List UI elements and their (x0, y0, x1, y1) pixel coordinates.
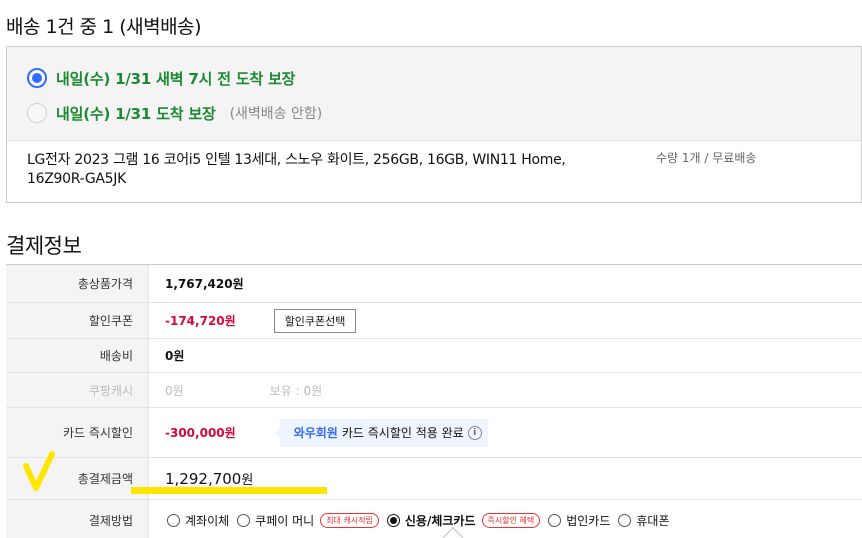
row-shipping: 배송비 0원 (6, 339, 862, 373)
delivery-box: 내일(수) 1/31 새벽 7시 전 도착 보장 내일(수) 1/31 도착 보… (6, 46, 862, 203)
row-label: 할인쿠폰 (6, 303, 149, 338)
cash-holding: 보유 : 0원 (269, 383, 323, 398)
method-label: 신용/체크카드 (404, 513, 476, 528)
method-bank-transfer[interactable]: 계좌이체 (167, 512, 229, 529)
row-coupon: 할인쿠폰 -174,720원 할인쿠폰선택 (6, 303, 862, 339)
radio-selected-icon[interactable] (27, 68, 47, 88)
card-discount-value: -300,000원 (165, 426, 236, 440)
method-label: 법인카드 (566, 513, 611, 528)
delivery-option-label: 내일(수) 1/31 도착 보장 (56, 104, 216, 123)
method-mobile[interactable]: 휴대폰 (618, 512, 670, 529)
delivery-option-label: 내일(수) 1/31 새벽 7시 전 도착 보장 (56, 69, 296, 88)
wow-discount-notice: 와우회원 카드 즉시할인 적용 완료 i (273, 418, 488, 447)
radio-unselected-icon[interactable] (27, 103, 47, 123)
radio-unselected-icon[interactable] (167, 513, 180, 527)
delivery-title: 배송 1건 중 1 (새벽배송) (6, 16, 202, 38)
grand-total-unit: 원 (241, 473, 254, 488)
wow-member-label: 와우회원 (293, 426, 338, 440)
method-coupay-money[interactable]: 쿠페이 머니 최대 캐시적립 (237, 512, 379, 529)
delivery-options: 내일(수) 1/31 새벽 7시 전 도착 보장 내일(수) 1/31 도착 보… (7, 47, 861, 141)
delivery-option-note: (새벽배송 안함) (229, 106, 323, 122)
row-cash: 쿠팡캐시 0원 보유 : 0원 (6, 373, 862, 408)
product-name: LG전자 2023 그램 16 코어i5 인텔 13세대, 스노우 화이트, 2… (27, 152, 566, 187)
method-tag: 즉시할인 혜택 (481, 512, 541, 528)
row-total-price: 총상품가격 1,767,420원 (6, 265, 862, 303)
method-label: 휴대폰 (636, 513, 670, 528)
row-label: 총상품가격 (6, 265, 149, 302)
coupon-select-button[interactable]: 할인쿠폰선택 (273, 308, 357, 333)
cash-value: 0원 (165, 383, 184, 398)
radio-unselected-icon[interactable] (548, 513, 562, 527)
row-payment-method: 결제방법 계좌이체 쿠페이 머니 최대 캐시적립 신용/체크카드 즉시할인 혜택… (6, 500, 862, 538)
delivery-option-dawn[interactable]: 내일(수) 1/31 새벽 7시 전 도착 보장 (27, 65, 861, 91)
method-corporate-card[interactable]: 법인카드 (548, 512, 610, 529)
info-icon[interactable]: i (467, 425, 482, 440)
coupon-discount-value: -174,720원 (165, 314, 236, 328)
highlight-underline (131, 487, 327, 494)
row-card-discount: 카드 즉시할인 -300,000원 와우회원 카드 즉시할인 적용 완료 i (6, 408, 862, 458)
row-label: 쿠팡캐시 (6, 373, 149, 407)
method-label: 쿠페이 머니 (255, 513, 315, 528)
radio-unselected-icon[interactable] (618, 513, 632, 527)
grand-total-amount: 1,292,700 (165, 469, 242, 488)
product-row: LG전자 2023 그램 16 코어i5 인텔 13세대, 스노우 화이트, 2… (7, 141, 861, 203)
method-credit-card[interactable]: 신용/체크카드 즉시할인 혜택 (386, 512, 541, 529)
payment-table: 총상품가격 1,767,420원 할인쿠폰 -174,720원 할인쿠폰선택 배… (6, 264, 862, 538)
delivery-option-regular[interactable]: 내일(수) 1/31 도착 보장 (새벽배송 안함) (27, 100, 861, 126)
method-label: 계좌이체 (185, 513, 230, 528)
payment-title: 결제정보 (6, 234, 82, 258)
total-price-value: 1,767,420원 (165, 277, 244, 291)
method-tag: 최대 캐시적립 (320, 512, 379, 528)
checkmark-annotation-icon (23, 451, 55, 491)
radio-selected-icon[interactable] (386, 513, 400, 527)
wow-discount-message: 카드 즉시할인 적용 완료 (341, 426, 464, 440)
row-label: 결제방법 (6, 500, 149, 538)
shipping-value: 0원 (165, 349, 185, 363)
product-qty-shipping: 수량 1개 / 무료배송 (656, 151, 757, 165)
row-label: 배송비 (6, 339, 149, 372)
radio-unselected-icon[interactable] (237, 513, 251, 527)
